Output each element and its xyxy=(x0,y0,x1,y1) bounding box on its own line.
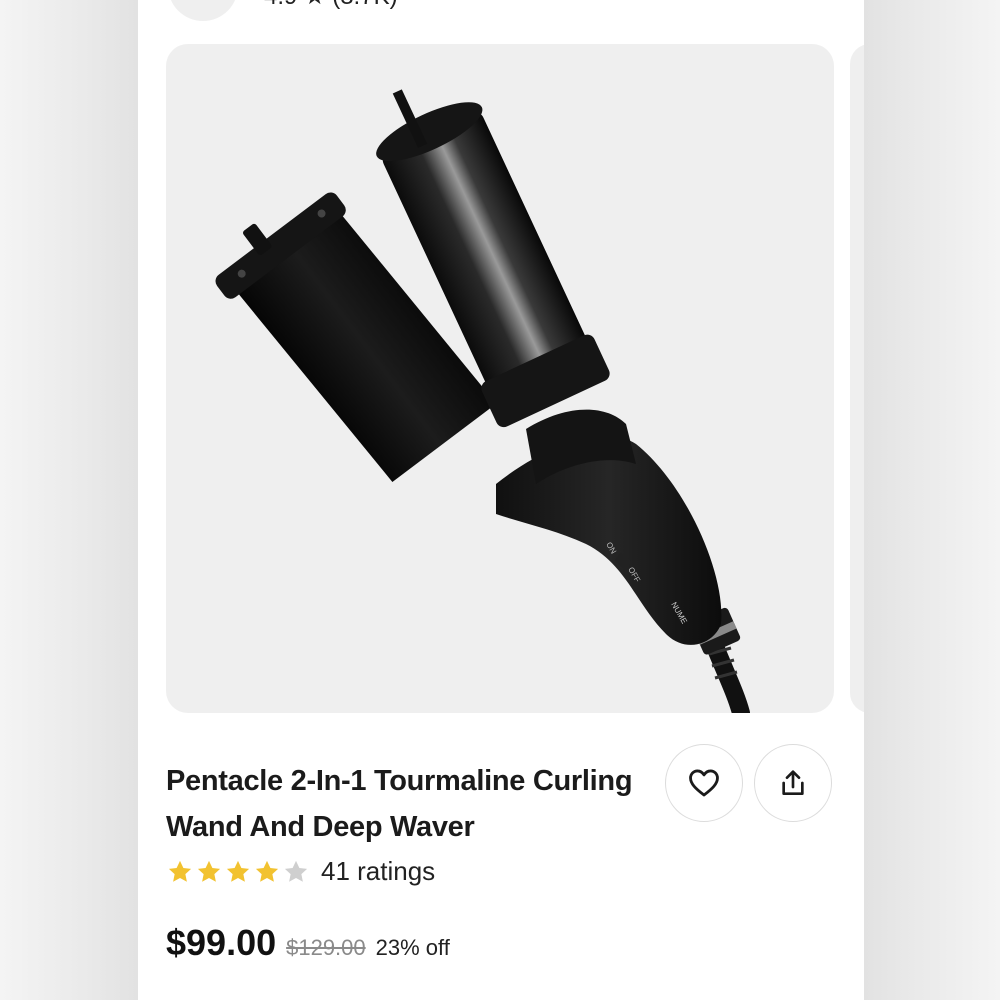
original-price: $129.00 xyxy=(286,935,366,960)
star-filled-icon xyxy=(197,860,221,882)
ratings-count[interactable]: 41 ratings xyxy=(321,856,435,887)
product-sheet: 4.9 ★ (3.7K) xyxy=(138,0,864,1000)
background-left xyxy=(0,0,138,1000)
background-right xyxy=(864,0,1000,1000)
star-rating xyxy=(166,858,311,886)
seller-avatar[interactable] xyxy=(168,0,238,21)
current-price: $99.00 xyxy=(166,922,277,963)
curling-wand-product-image: ON OFF NUME xyxy=(215,89,750,713)
discount-label: 23% off xyxy=(375,935,450,960)
star-filled-icon xyxy=(255,860,279,882)
star-empty-icon xyxy=(284,860,308,882)
price-row: $99.00 $129.00 23% off xyxy=(166,922,450,964)
star-filled-icon xyxy=(168,860,192,882)
share-button[interactable] xyxy=(754,744,832,822)
share-icon xyxy=(782,770,804,795)
favorite-button[interactable] xyxy=(665,744,743,822)
product-title: Pentacle 2-In-1 Tourmaline Curling Wand … xyxy=(166,765,633,843)
product-image-carousel[interactable]: ON OFF NUME xyxy=(166,44,834,713)
next-image-peek[interactable] xyxy=(850,44,864,713)
seller-rating: 4.9 ★ (3.7K) xyxy=(264,0,398,11)
product-rating[interactable]: 41 ratings xyxy=(166,856,435,887)
heart-icon xyxy=(689,769,719,797)
seller-row[interactable]: 4.9 ★ (3.7K) xyxy=(168,0,398,21)
star-filled-icon xyxy=(226,860,250,882)
